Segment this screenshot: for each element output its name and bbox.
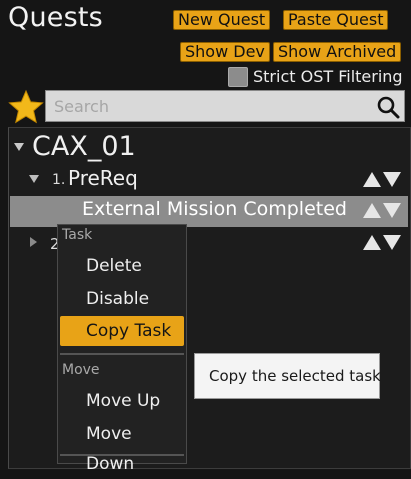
menu-separator [60, 353, 184, 355]
menu-item-move-down[interactable]: Move Down [60, 419, 184, 474]
move-up-arrow-icon[interactable] [363, 172, 381, 187]
collapse-caret-icon[interactable] [14, 143, 24, 151]
menu-item-copy-task[interactable]: Copy Task [60, 316, 184, 346]
move-up-arrow-icon[interactable] [363, 203, 381, 218]
search-placeholder: Search [54, 97, 109, 116]
menu-section-header: Move [62, 362, 100, 378]
move-down-arrow-icon[interactable] [383, 203, 401, 218]
reorder-arrows [363, 203, 401, 218]
move-down-arrow-icon[interactable] [383, 172, 401, 187]
tooltip: Copy the selected task [194, 353, 381, 399]
reorder-arrows [363, 172, 401, 187]
menu-section-header: Task [62, 227, 93, 243]
search-icon[interactable] [376, 95, 400, 119]
show-archived-button[interactable]: Show Archived [273, 42, 402, 62]
move-down-arrow-icon[interactable] [383, 235, 401, 250]
menu-item-move-up[interactable]: Move Up [60, 386, 184, 416]
tree-item-label[interactable]: External Mission Completed [82, 198, 347, 220]
collapse-caret-icon[interactable] [29, 175, 39, 183]
tree-root-label[interactable]: CAX_01 [32, 131, 136, 162]
reorder-arrows [363, 235, 401, 250]
new-quest-button[interactable]: New Quest [173, 10, 271, 30]
strict-ost-label: Strict OST Filtering [253, 67, 403, 86]
expand-caret-icon[interactable] [30, 237, 37, 247]
move-up-arrow-icon[interactable] [363, 235, 381, 250]
paste-quest-button[interactable]: Paste Quest [283, 10, 389, 30]
menu-item-delete[interactable]: Delete [60, 251, 184, 281]
show-dev-button[interactable]: Show Dev [180, 42, 270, 62]
menu-item-disable[interactable]: Disable [60, 284, 184, 314]
strict-ost-checkbox[interactable] [228, 67, 248, 87]
context-menu: Task Delete Disable Copy Task Move Move … [57, 224, 187, 474]
star-icon[interactable] [8, 89, 44, 125]
search-input[interactable]: Search [45, 90, 405, 122]
tree-item-number: 1. [52, 172, 66, 188]
tree-item-label[interactable]: PreReq [68, 166, 138, 190]
page-title: Quests [8, 2, 103, 33]
